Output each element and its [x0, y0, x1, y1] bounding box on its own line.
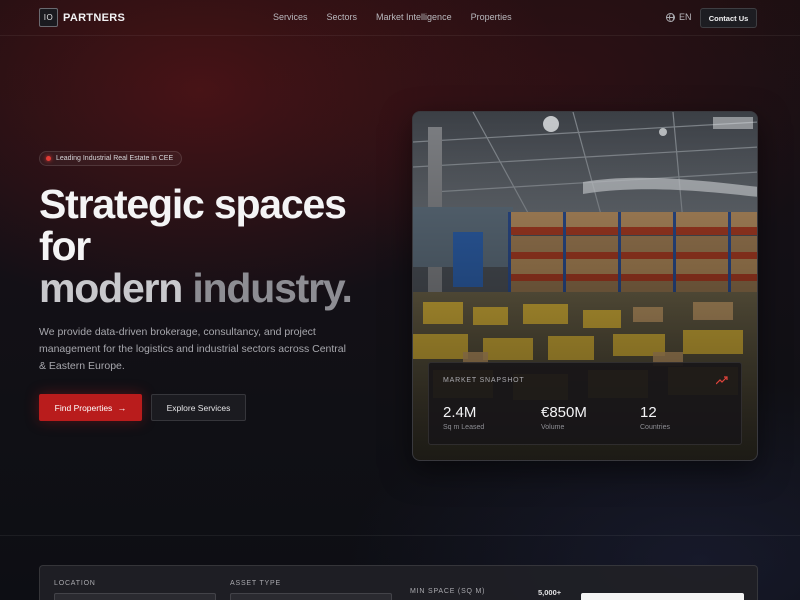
- property-search-bar: LOCATION ASSET TYPE MIN SPACE (SQ M) 5,0…: [39, 565, 758, 600]
- market-snapshot-panel: MARKET SNAPSHOT 2.4M Sq m Leased €850M V…: [428, 362, 742, 445]
- warehouse-image-card: MARKET SNAPSHOT 2.4M Sq m Leased €850M V…: [412, 111, 758, 461]
- find-properties-label: Find Properties: [54, 402, 113, 413]
- hero-title-line2: for: [39, 223, 91, 269]
- stat-volume: €850M Volume: [541, 404, 587, 431]
- logo[interactable]: IO PARTNERS: [39, 8, 125, 27]
- min-space-value: 5,000+: [538, 588, 562, 597]
- stat-sqm: 2.4M Sq m Leased: [443, 404, 484, 431]
- logo-mark: IO: [39, 8, 58, 27]
- stat-label: Countries: [640, 424, 670, 431]
- hero-title-line3a: modern: [39, 265, 193, 311]
- hero-badge: Leading Industrial Real Estate in CEE: [39, 151, 183, 166]
- explore-services-button[interactable]: Explore Services: [151, 394, 246, 421]
- nav-market-intelligence[interactable]: Market Intelligence: [376, 12, 452, 22]
- snapshot-title: MARKET SNAPSHOT: [443, 377, 525, 384]
- contact-button[interactable]: Contact Us: [700, 8, 757, 28]
- nav-sectors[interactable]: Sectors: [327, 12, 358, 22]
- hero-title-line3: modern industry.: [39, 267, 379, 309]
- property-search-section: LOCATION ASSET TYPE MIN SPACE (SQ M) 5,0…: [0, 535, 800, 600]
- stat-label: Sq m Leased: [443, 424, 485, 431]
- location-select[interactable]: [54, 593, 216, 600]
- language-selector[interactable]: EN: [666, 12, 692, 22]
- globe-icon: [666, 12, 675, 22]
- stat-value: 12: [640, 404, 657, 421]
- stat-value: 2.4M: [443, 404, 477, 421]
- hero-title-line1: Strategic spaces: [39, 181, 347, 227]
- hero-description: We provide data-driven brokerage, consul…: [39, 326, 346, 372]
- nav-services[interactable]: Services: [273, 12, 308, 22]
- hero-title-line3b: industry.: [192, 265, 352, 311]
- badge-text: Leading Industrial Real Estate in CEE: [56, 155, 174, 162]
- search-button[interactable]: [581, 593, 744, 600]
- site-header: IO PARTNERS Services Sectors Market Inte…: [0, 0, 800, 36]
- location-label: LOCATION: [54, 580, 96, 587]
- language-label: EN: [679, 12, 692, 22]
- min-space-label: MIN SPACE (SQ M): [410, 588, 486, 595]
- stat-countries: 12 Countries: [640, 404, 670, 431]
- asset-type-select[interactable]: [230, 593, 392, 600]
- nav-properties[interactable]: Properties: [471, 12, 512, 22]
- stat-value: €850M: [541, 404, 587, 421]
- main-nav: Services Sectors Market Intelligence Pro…: [273, 12, 531, 22]
- hero-title: Strategic spaces for modern industry.: [39, 183, 379, 309]
- stat-label: Volume: [541, 424, 565, 431]
- trending-up-icon: [716, 376, 728, 385]
- find-properties-button[interactable]: Find Properties →: [39, 394, 142, 421]
- arrow-right-icon: →: [117, 402, 127, 413]
- logo-text: PARTNERS: [63, 11, 126, 24]
- status-dot-icon: [46, 156, 51, 161]
- asset-type-label: ASSET TYPE: [230, 580, 281, 587]
